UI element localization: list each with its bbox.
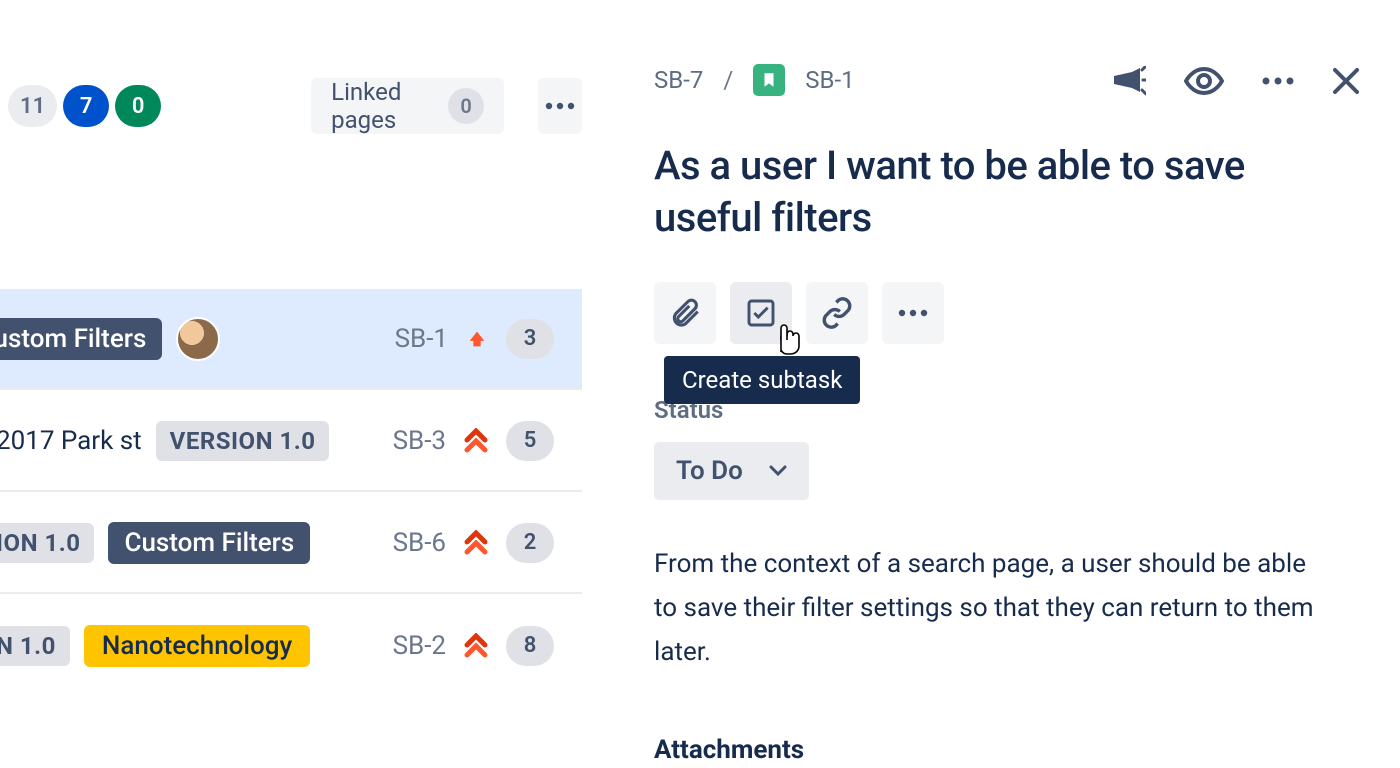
backlog-row[interactable]: 0 Custom Filters SB-1 3 (0, 288, 582, 390)
status-dropdown[interactable]: To Do (654, 442, 809, 500)
count-inprogress[interactable]: 7 (63, 85, 109, 127)
linked-pages-button[interactable]: Linked pages 0 (311, 78, 504, 134)
backlog-row[interactable]: ION 1.0 Custom Filters SB-6 2 (0, 492, 582, 594)
linked-pages-label: Linked pages (331, 78, 430, 134)
more-content-button[interactable] (882, 282, 944, 344)
count-todo[interactable]: 11 (8, 85, 57, 127)
story-icon (753, 64, 785, 96)
label-version-fragment[interactable]: ION 1.0 (0, 523, 94, 563)
attachments-heading: Attachments (654, 735, 1360, 765)
story-points: 2 (506, 523, 554, 563)
breadcrumb-key[interactable]: SB-1 (805, 66, 854, 94)
label-custom-filters[interactable]: Custom Filters (108, 522, 310, 564)
label-version[interactable]: VERSION 1.0 (156, 421, 330, 461)
linked-pages-count: 0 (448, 88, 484, 124)
issue-detail-panel: SB-7 / SB-1 As a user I want to be able … (582, 0, 1400, 768)
count-done[interactable]: 0 (115, 85, 161, 127)
priority-highest-icon (464, 530, 488, 556)
more-button[interactable] (538, 78, 582, 134)
backlog-row[interactable]: 2017 Park st VERSION 1.0 SB-3 5 (0, 390, 582, 492)
status-counts: 11 7 0 (8, 85, 161, 127)
priority-highest-icon (464, 428, 488, 454)
label-nanotechnology[interactable]: Nanotechnology (84, 625, 310, 667)
priority-highest-icon (464, 633, 488, 659)
priority-medium-icon (466, 328, 488, 350)
issue-summary-fragment: 2017 Park st (0, 426, 142, 456)
feedback-icon[interactable] (1112, 66, 1146, 96)
watch-icon[interactable] (1184, 67, 1224, 95)
story-points: 5 (506, 421, 554, 461)
assignee-avatar[interactable] (176, 317, 220, 361)
story-points: 3 (506, 319, 554, 359)
issue-key: SB-2 (393, 631, 446, 661)
backlog-panel: 11 7 0 Linked pages 0 0 Custom Filters (0, 0, 582, 768)
label-version-fragment[interactable]: N 1.0 (0, 626, 70, 666)
attach-button[interactable] (654, 282, 716, 344)
issue-title[interactable]: As a user I want to be able to save usef… (654, 140, 1360, 244)
story-points: 8 (506, 626, 554, 666)
more-actions-icon[interactable] (1262, 77, 1294, 85)
tooltip: Create subtask (664, 356, 860, 404)
backlog-row[interactable]: N 1.0 Nanotechnology SB-2 8 (0, 594, 582, 696)
chevron-down-icon (769, 465, 787, 477)
breadcrumb-separator: / (723, 66, 733, 94)
breadcrumb-parent[interactable]: SB-7 (654, 66, 703, 94)
issue-key: SB-3 (393, 426, 446, 456)
cursor-pointer-icon (772, 322, 802, 356)
issue-description[interactable]: From the context of a search page, a use… (654, 542, 1334, 675)
label-custom-filters[interactable]: Custom Filters (0, 318, 162, 360)
close-icon[interactable] (1332, 67, 1360, 95)
link-button[interactable] (806, 282, 868, 344)
status-value: To Do (676, 456, 743, 486)
issue-key: SB-6 (393, 528, 446, 558)
issue-key: SB-1 (395, 324, 448, 354)
